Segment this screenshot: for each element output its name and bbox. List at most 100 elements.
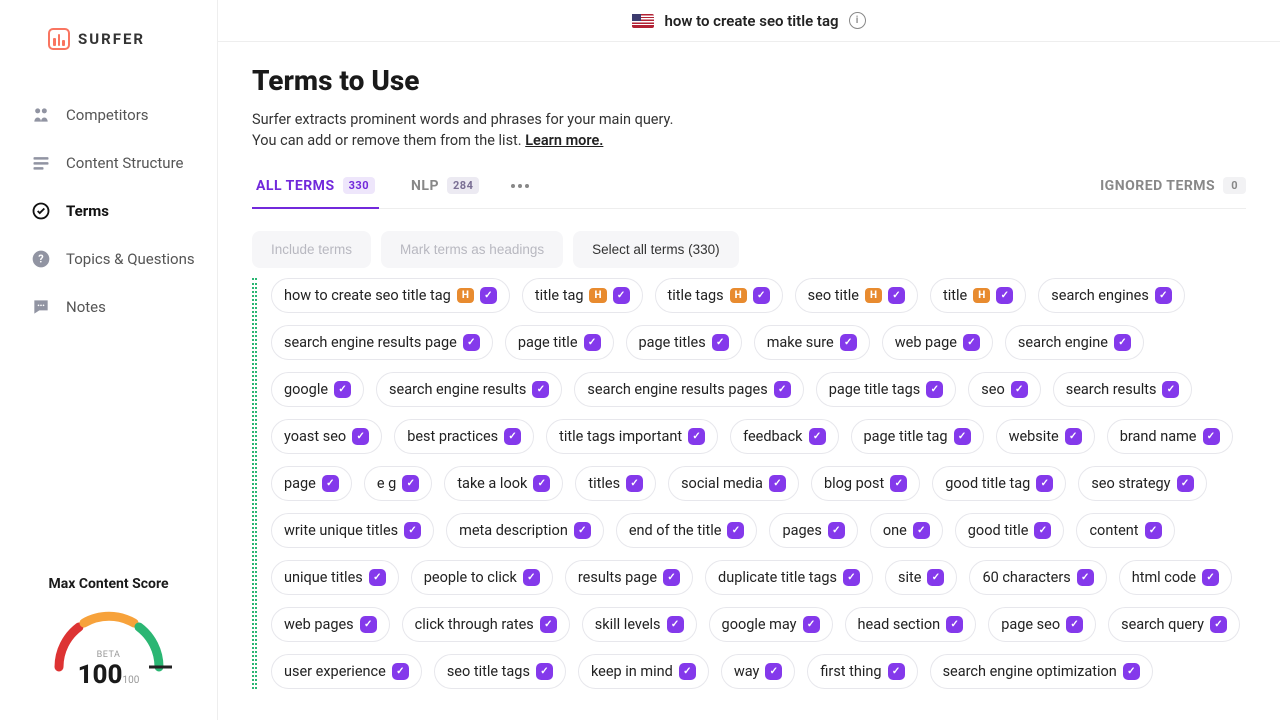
term-checkbox[interactable]: ✓ [1203,428,1220,445]
term-checkbox[interactable]: ✓ [774,381,791,398]
term-pill[interactable]: titleH✓ [930,278,1026,313]
term-pill[interactable]: head section✓ [845,607,977,642]
term-checkbox[interactable]: ✓ [480,287,497,304]
term-pill[interactable]: make sure✓ [754,325,870,360]
term-pill[interactable]: search query✓ [1108,607,1240,642]
term-pill[interactable]: search engine✓ [1005,325,1144,360]
term-pill[interactable]: seo titleH✓ [795,278,918,313]
term-checkbox[interactable]: ✓ [843,569,860,586]
term-checkbox[interactable]: ✓ [1066,616,1083,633]
term-checkbox[interactable]: ✓ [913,522,930,539]
term-checkbox[interactable]: ✓ [663,569,680,586]
term-checkbox[interactable]: ✓ [1210,616,1227,633]
term-pill[interactable]: duplicate title tags✓ [705,560,873,595]
term-checkbox[interactable]: ✓ [404,522,421,539]
term-checkbox[interactable]: ✓ [996,287,1013,304]
term-pill[interactable]: yoast seo✓ [271,419,382,454]
term-pill[interactable]: unique titles✓ [271,560,399,595]
term-pill[interactable]: page seo✓ [988,607,1096,642]
term-pill[interactable]: page title✓ [505,325,614,360]
term-pill[interactable]: pages✓ [769,513,857,548]
term-pill[interactable]: page✓ [271,466,352,501]
term-checkbox[interactable]: ✓ [1123,663,1140,680]
term-pill[interactable]: search engine optimization✓ [930,654,1153,689]
term-checkbox[interactable]: ✓ [1034,522,1051,539]
term-pill[interactable]: best practices✓ [394,419,534,454]
term-pill[interactable]: e g✓ [364,466,432,501]
term-checkbox[interactable]: ✓ [712,334,729,351]
term-checkbox[interactable]: ✓ [890,475,907,492]
term-pill[interactable]: website✓ [996,419,1095,454]
term-pill[interactable]: 60 characters✓ [969,560,1106,595]
term-pill[interactable]: seo title tags✓ [434,654,566,689]
term-pill[interactable]: keep in mind✓ [578,654,709,689]
term-checkbox[interactable]: ✓ [963,334,980,351]
term-pill[interactable]: search engines✓ [1038,278,1185,313]
term-pill[interactable]: search engine results✓ [376,372,562,407]
term-checkbox[interactable]: ✓ [765,663,782,680]
term-pill[interactable]: google✓ [271,372,364,407]
term-checkbox[interactable]: ✓ [667,616,684,633]
term-pill[interactable]: how to create seo title tagH✓ [271,278,510,313]
term-checkbox[interactable]: ✓ [926,381,943,398]
term-pill[interactable]: search engine results pages✓ [574,372,803,407]
term-checkbox[interactable]: ✓ [840,334,857,351]
term-pill[interactable]: seo strategy✓ [1078,466,1206,501]
term-pill[interactable]: skill levels✓ [582,607,697,642]
term-checkbox[interactable]: ✓ [402,475,419,492]
term-checkbox[interactable]: ✓ [1011,381,1028,398]
term-checkbox[interactable]: ✓ [888,663,905,680]
tab-more-button[interactable] [511,184,529,202]
term-checkbox[interactable]: ✓ [352,428,369,445]
term-checkbox[interactable]: ✓ [888,287,905,304]
term-checkbox[interactable]: ✓ [536,663,553,680]
term-checkbox[interactable]: ✓ [1065,428,1082,445]
term-checkbox[interactable]: ✓ [334,381,351,398]
term-pill[interactable]: page titles✓ [626,325,742,360]
term-pill[interactable]: write unique titles✓ [271,513,434,548]
term-pill[interactable]: user experience✓ [271,654,422,689]
term-pill[interactable]: title tagH✓ [522,278,643,313]
select-all-button[interactable]: Select all terms (330) [573,231,739,268]
term-pill[interactable]: way✓ [721,654,796,689]
term-checkbox[interactable]: ✓ [574,522,591,539]
term-checkbox[interactable]: ✓ [369,569,386,586]
term-checkbox[interactable]: ✓ [463,334,480,351]
term-checkbox[interactable]: ✓ [1077,569,1094,586]
mark-headings-button[interactable]: Mark terms as headings [381,231,563,268]
term-pill[interactable]: page title tags✓ [816,372,957,407]
term-pill[interactable]: titles✓ [575,466,656,501]
term-checkbox[interactable]: ✓ [1202,569,1219,586]
term-pill[interactable]: meta description✓ [446,513,604,548]
tab-nlp[interactable]: NLP 284 [407,177,483,208]
sidebar-item-notes[interactable]: Notes [20,286,207,328]
sidebar-item-content-structure[interactable]: Content Structure [20,142,207,184]
tab-all-terms[interactable]: ALL TERMS 330 [252,177,379,208]
term-pill[interactable]: title tags important✓ [546,419,718,454]
term-checkbox[interactable]: ✓ [828,522,845,539]
term-pill[interactable]: google may✓ [709,607,833,642]
term-pill[interactable]: web page✓ [882,325,993,360]
term-pill[interactable]: search results✓ [1053,372,1193,407]
term-pill[interactable]: feedback✓ [730,419,838,454]
learn-more-link[interactable]: Learn more. [525,132,603,149]
term-checkbox[interactable]: ✓ [392,663,409,680]
term-pill[interactable]: seo✓ [968,372,1040,407]
term-checkbox[interactable]: ✓ [769,475,786,492]
term-pill[interactable]: site✓ [885,560,957,595]
term-checkbox[interactable]: ✓ [584,334,601,351]
term-pill[interactable]: end of the title✓ [616,513,758,548]
include-terms-button[interactable]: Include terms [252,231,371,268]
term-checkbox[interactable]: ✓ [727,522,744,539]
term-checkbox[interactable]: ✓ [360,616,377,633]
term-checkbox[interactable]: ✓ [954,428,971,445]
term-checkbox[interactable]: ✓ [540,616,557,633]
term-pill[interactable]: page title tag✓ [851,419,984,454]
term-pill[interactable]: click through rates✓ [402,607,570,642]
sidebar-item-competitors[interactable]: Competitors [20,94,207,136]
term-pill[interactable]: take a look✓ [444,466,563,501]
term-checkbox[interactable]: ✓ [809,428,826,445]
info-icon[interactable]: i [849,12,866,29]
term-checkbox[interactable]: ✓ [1155,287,1172,304]
term-pill[interactable]: social media✓ [668,466,799,501]
